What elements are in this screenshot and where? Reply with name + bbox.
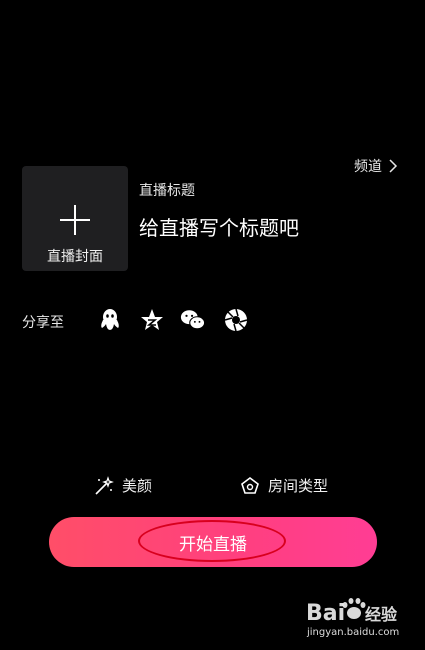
title-label: 直播标题 [139, 183, 195, 199]
watermark-url: jingyan.baidu.com [307, 627, 400, 638]
start-live-label: 开始直播 [179, 534, 247, 555]
share-label: 分享至 [22, 315, 64, 331]
magic-wand-icon [95, 475, 114, 495]
watermark-brand-suffix: 经验 [365, 605, 398, 624]
beauty-button[interactable]: 美颜 [94, 475, 152, 496]
pentagon-icon [241, 476, 259, 494]
wechat-icon[interactable] [180, 307, 206, 333]
start-live-button[interactable]: 开始直播 [49, 517, 377, 567]
cover-label: 直播封面 [47, 249, 103, 265]
channel-link[interactable]: 频道 [354, 156, 398, 176]
title-input[interactable]: 给直播写个标题吧 [139, 212, 299, 241]
chevron-right-icon [389, 159, 398, 173]
beauty-label: 美颜 [122, 477, 153, 495]
moments-icon[interactable] [223, 307, 249, 333]
room-type-button[interactable]: 房间类型 [240, 475, 328, 496]
paw-icon [342, 598, 366, 619]
cover-upload-button[interactable]: 直播封面 [22, 166, 128, 271]
qzone-icon[interactable] [139, 307, 165, 333]
channel-label: 频道 [354, 159, 382, 175]
qq-icon[interactable] [97, 307, 123, 333]
room-type-label: 房间类型 [268, 477, 329, 495]
watermark-brand: Bai [306, 601, 345, 626]
plus-icon [60, 205, 90, 235]
